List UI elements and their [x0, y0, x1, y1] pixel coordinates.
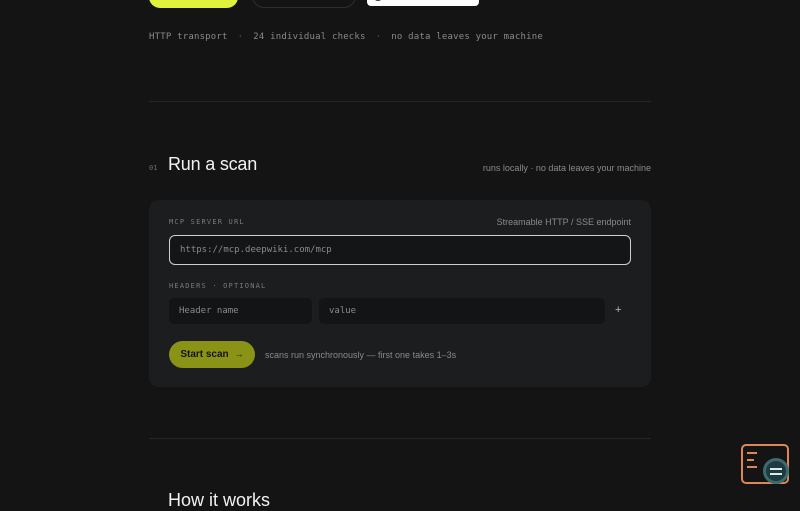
- section-divider: [149, 101, 651, 102]
- section-header: 01 Run a scan runs locally · no data lea…: [149, 154, 651, 178]
- header-name-input[interactable]: Header name: [169, 298, 312, 324]
- scan-form-card: MCP SERVER URL Streamable HTTP / SSE end…: [149, 200, 651, 387]
- section-title: Run a scan: [168, 154, 258, 174]
- feature-meta-line: HTTP transport · 24 individual checks · no d…: [149, 32, 543, 42]
- magnifier-lens: [763, 458, 789, 484]
- meta-item-transport: HTTP transport: [149, 32, 228, 42]
- how-it-works-title: How it works: [168, 490, 271, 510]
- terminal-search-icon[interactable]: [741, 444, 789, 484]
- scan-note: scans run synchronously — first one take…: [265, 350, 457, 360]
- server-url-hint: Streamable HTTP / SSE endpoint: [496, 217, 631, 227]
- start-scan-button[interactable]: Start scan →: [169, 341, 255, 368]
- meta-separator: ·: [375, 32, 382, 42]
- header-value-input[interactable]: value: [319, 298, 605, 324]
- widget-line: [747, 466, 757, 468]
- arrow-right-icon: →: [234, 349, 244, 359]
- start-scan-label: Start scan: [180, 349, 229, 360]
- server-url-input[interactable]: https://mcp.deepwiki.com/mcp: [169, 235, 631, 265]
- badge-logo-icon: [373, 0, 383, 1]
- section-number: 01: [149, 164, 158, 172]
- server-url-label: MCP SERVER URL: [169, 218, 245, 226]
- meta-item-privacy: no data leaves your machine: [391, 32, 543, 42]
- add-header-button[interactable]: +: [615, 304, 621, 316]
- secondary-cta-button[interactable]: [252, 0, 356, 8]
- product-badge[interactable]: [367, 0, 479, 6]
- meta-item-checks: 24 individual checks: [253, 32, 366, 42]
- widget-line: [747, 459, 754, 461]
- widget-line: [747, 452, 757, 454]
- primary-cta-button[interactable]: [149, 0, 238, 8]
- section-note: runs locally · no data leaves your machi…: [482, 163, 651, 173]
- meta-separator: ·: [237, 32, 244, 42]
- headers-label: HEADERS · OPTIONAL: [169, 282, 267, 290]
- section-divider: [149, 438, 651, 439]
